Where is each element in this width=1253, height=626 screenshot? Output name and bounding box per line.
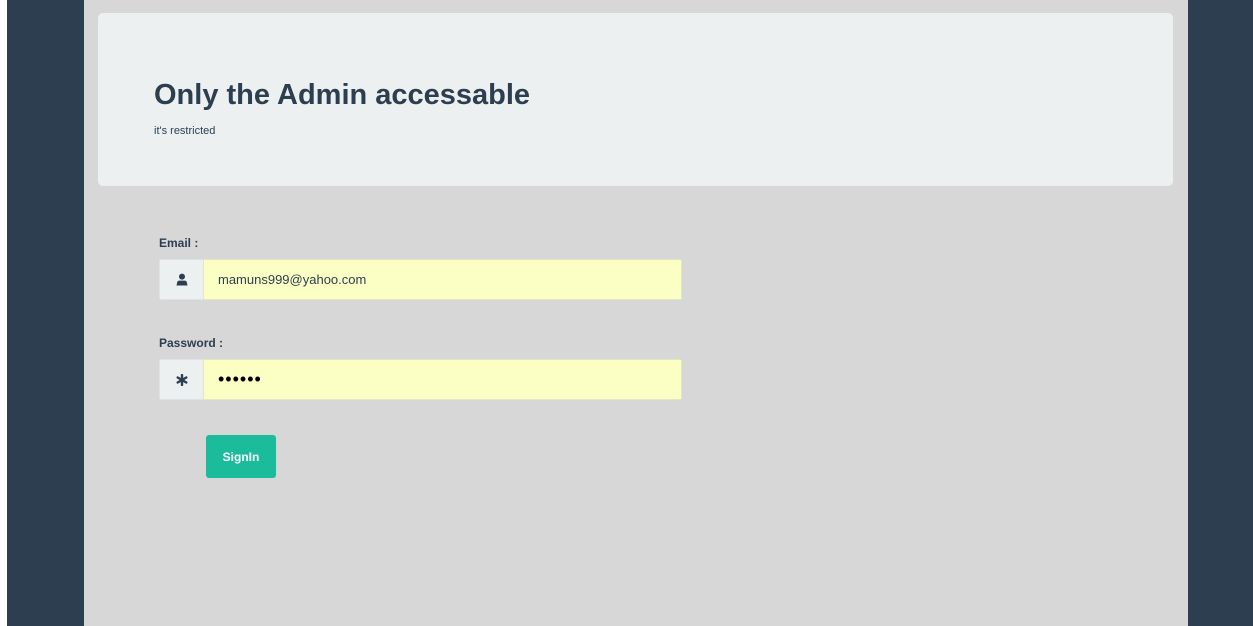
page-title: Only the Admin accessable [154, 79, 531, 111]
password-field[interactable] [203, 359, 682, 400]
email-field[interactable] [203, 259, 682, 300]
asterisk-icon [159, 359, 203, 400]
page-subtitle: it's restricted [154, 125, 216, 137]
header-banner: Only the Admin accessable it's restricte… [98, 13, 1173, 186]
email-label: Email : [159, 236, 199, 250]
user-icon [159, 259, 203, 300]
email-input-group [159, 259, 682, 300]
password-label: Password : [159, 336, 224, 350]
signin-button[interactable]: SignIn [206, 435, 276, 478]
password-input-group [159, 359, 682, 400]
